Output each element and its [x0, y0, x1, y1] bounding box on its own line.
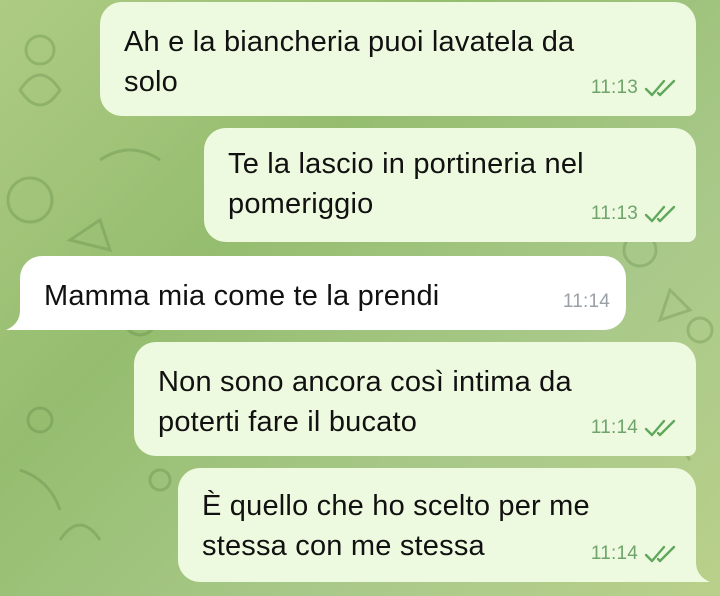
- message-text: Te la lascio in portineria nel pomeriggi…: [228, 148, 584, 220]
- read-double-check-icon: [644, 205, 676, 223]
- message-meta: 11:14: [591, 534, 680, 574]
- bubble-tail-incoming: [6, 310, 26, 330]
- message-bubble-incoming[interactable]: Mamma mia come te la prendi 11:14: [20, 256, 626, 330]
- message-bubble-outgoing[interactable]: Non sono ancora così intima da poterti f…: [134, 342, 696, 456]
- chat-area[interactable]: Ah e la biancheria puoi lavatela da solo…: [0, 0, 720, 596]
- message-time: 11:14: [590, 417, 638, 438]
- message-time: 11:13: [590, 203, 638, 224]
- message-time: 11:14: [562, 291, 610, 312]
- message-meta: 11:14: [591, 408, 680, 448]
- message-time: 11:14: [590, 543, 638, 564]
- message-bubble-outgoing[interactable]: È quello che ho scelto per me stessa con…: [178, 468, 696, 582]
- message-meta: 11:13: [591, 68, 680, 108]
- bubble-tail-outgoing: [690, 562, 710, 582]
- message-meta: 11:14: [563, 282, 610, 322]
- message-bubble-outgoing[interactable]: Ah e la biancheria puoi lavatela da solo…: [100, 2, 696, 116]
- message-meta: 11:13: [591, 194, 680, 234]
- read-double-check-icon: [644, 419, 676, 437]
- message-text: Mamma mia come te la prendi: [44, 280, 440, 312]
- read-double-check-icon: [644, 79, 676, 97]
- message-text: Ah e la biancheria puoi lavatela da solo: [124, 26, 575, 98]
- message-text: Non sono ancora così intima da poterti f…: [158, 366, 572, 438]
- message-time: 11:13: [590, 77, 638, 98]
- message-bubble-outgoing[interactable]: Te la lascio in portineria nel pomeriggi…: [204, 128, 696, 242]
- message-text: È quello che ho scelto per me stessa con…: [202, 490, 590, 562]
- read-double-check-icon: [644, 545, 676, 563]
